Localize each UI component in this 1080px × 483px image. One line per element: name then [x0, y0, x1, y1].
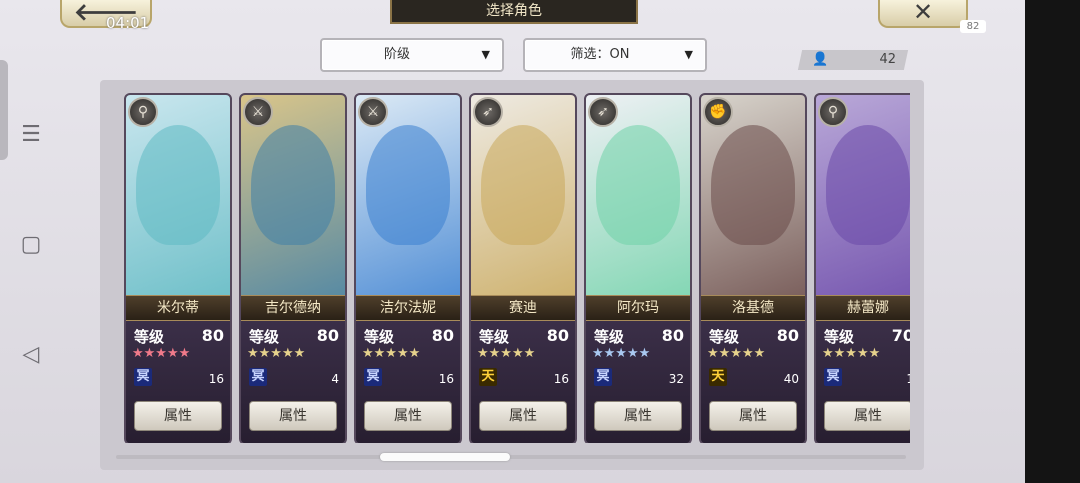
character-card[interactable]: ⚔ 吉尔德纳等级 80 ★★★★★ 冥 4 属性 [239, 93, 347, 443]
level-value: 80 [776, 326, 799, 345]
scroll-thumb[interactable] [380, 453, 510, 461]
portrait-figure [366, 125, 450, 245]
level-label: 等级 [594, 328, 625, 346]
character-card[interactable]: ➶ 阿尔玛等级 80 ★★★★★ 冥 32 属性 [584, 93, 692, 443]
portrait-figure [711, 125, 795, 245]
item-count: 40 [783, 372, 799, 386]
attribute-button[interactable]: 属性 [594, 401, 682, 431]
staff-icon: ⚲ [818, 97, 848, 127]
character-name: 洛基德 [701, 295, 805, 321]
character-name: 赛迪 [471, 295, 575, 321]
item-count: 4 [331, 372, 339, 386]
star-rating: ★★★★★ [477, 346, 536, 361]
portrait-figure [251, 125, 335, 245]
star-rating: ★★★★★ [132, 346, 191, 361]
item-count: 16 [208, 372, 224, 386]
filter-dropdown-label: 筛选：ON [570, 47, 630, 62]
attribute-button[interactable]: 属性 [249, 401, 337, 431]
close-icon: ✕ [912, 0, 934, 26]
star-rating: ★★★★★ [707, 346, 766, 361]
portrait-figure [481, 125, 565, 245]
star-rating: ★★★★★ [592, 346, 651, 361]
bow-icon: ➶ [473, 97, 503, 127]
battery-indicator: 82 [960, 20, 986, 33]
home-icon[interactable]: ▢ [18, 232, 44, 258]
character-name: 阿尔玛 [586, 295, 690, 321]
screen-edge [1025, 0, 1080, 483]
tier-badge: 天 [709, 368, 727, 386]
level-label: 等级 [249, 328, 280, 346]
rank-dropdown[interactable]: 阶级 ▼ [320, 38, 504, 72]
character-card[interactable]: ⚔ 洁尔法妮等级 80 ★★★★★ 冥 16 属性 [354, 93, 462, 443]
game-screen: ☰ ▢ ◁ 🡐 选择角色 ✕ 04:01 82 阶级 ▼ 筛选：ON ▼ 👤 4… [0, 0, 1025, 483]
character-list[interactable]: ⚲ 米尔蒂等级 80 ★★★★★ 冥 16 属性 ⚔ 吉尔德纳等级 80 ★★★★★ 冥 4 属性 ⚔ 洁尔法… [124, 93, 910, 443]
level-value: 70 [891, 326, 910, 345]
tier-badge: 冥 [249, 368, 267, 386]
tier-badge: 冥 [364, 368, 382, 386]
sword-icon: ⚔ [358, 97, 388, 127]
portrait-figure [596, 125, 680, 245]
level-value: 80 [431, 326, 454, 345]
status-time: 04:01 [106, 14, 150, 32]
portrait-figure [826, 125, 910, 245]
level-value: 80 [661, 326, 684, 345]
attribute-button[interactable]: 属性 [709, 401, 797, 431]
item-count: 16 [438, 372, 454, 386]
character-name: 赫蕾娜 [816, 295, 910, 321]
close-button[interactable]: ✕ [878, 0, 968, 28]
character-card[interactable]: ⚲ 赫蕾娜等级 70 ★★★★★ 冥 1 属性 [814, 93, 910, 443]
menu-icon[interactable]: ☰ [18, 122, 44, 148]
tier-badge: 冥 [594, 368, 612, 386]
star-rating: ★★★★★ [822, 346, 881, 361]
attribute-button[interactable]: 属性 [479, 401, 567, 431]
system-nav: ☰ ▢ ◁ [0, 0, 60, 483]
attribute-button[interactable]: 属性 [364, 401, 452, 431]
level-value: 80 [316, 326, 339, 345]
character-card[interactable]: ➶ 赛迪等级 80 ★★★★★ 天 16 属性 [469, 93, 577, 443]
character-name: 吉尔德纳 [241, 295, 345, 321]
character-count: 42 [879, 52, 896, 67]
level-label: 等级 [824, 328, 855, 346]
person-icon: 👤 [812, 52, 829, 67]
star-rating: ★★★★★ [362, 346, 421, 361]
back-triangle-icon[interactable]: ◁ [18, 342, 44, 368]
bow-icon: ➶ [588, 97, 618, 127]
character-card[interactable]: ✊ 洛基德等级 80 ★★★★★ 天 40 属性 [699, 93, 807, 443]
chevron-down-icon: ▼ [684, 48, 693, 61]
side-handle[interactable] [0, 60, 8, 160]
attribute-button[interactable]: 属性 [824, 401, 910, 431]
character-card[interactable]: ⚲ 米尔蒂等级 80 ★★★★★ 冥 16 属性 [124, 93, 232, 443]
tier-badge: 天 [479, 368, 497, 386]
item-count: 32 [668, 372, 684, 386]
level-label: 等级 [709, 328, 740, 346]
sword-icon: ⚔ [243, 97, 273, 127]
star-rating: ★★★★★ [247, 346, 306, 361]
level-value: 80 [201, 326, 224, 345]
item-count: 1 [906, 372, 910, 386]
scroll-track[interactable] [116, 455, 906, 459]
level-label: 等级 [364, 328, 395, 346]
level-label: 等级 [134, 328, 165, 346]
attribute-button[interactable]: 属性 [134, 401, 222, 431]
chevron-down-icon: ▼ [481, 48, 490, 61]
level-label: 等级 [479, 328, 510, 346]
rank-dropdown-label: 阶级 [383, 47, 410, 62]
tier-badge: 冥 [824, 368, 842, 386]
staff-icon: ⚲ [128, 97, 158, 127]
character-name: 洁尔法妮 [356, 295, 460, 321]
level-value: 80 [546, 326, 569, 345]
filter-dropdown[interactable]: 筛选：ON ▼ [523, 38, 707, 72]
character-name: 米尔蒂 [126, 295, 230, 321]
tier-badge: 冥 [134, 368, 152, 386]
gauntlet-icon: ✊ [703, 97, 733, 127]
page-title: 选择角色 [390, 0, 638, 24]
portrait-figure [136, 125, 220, 245]
item-count: 16 [553, 372, 569, 386]
